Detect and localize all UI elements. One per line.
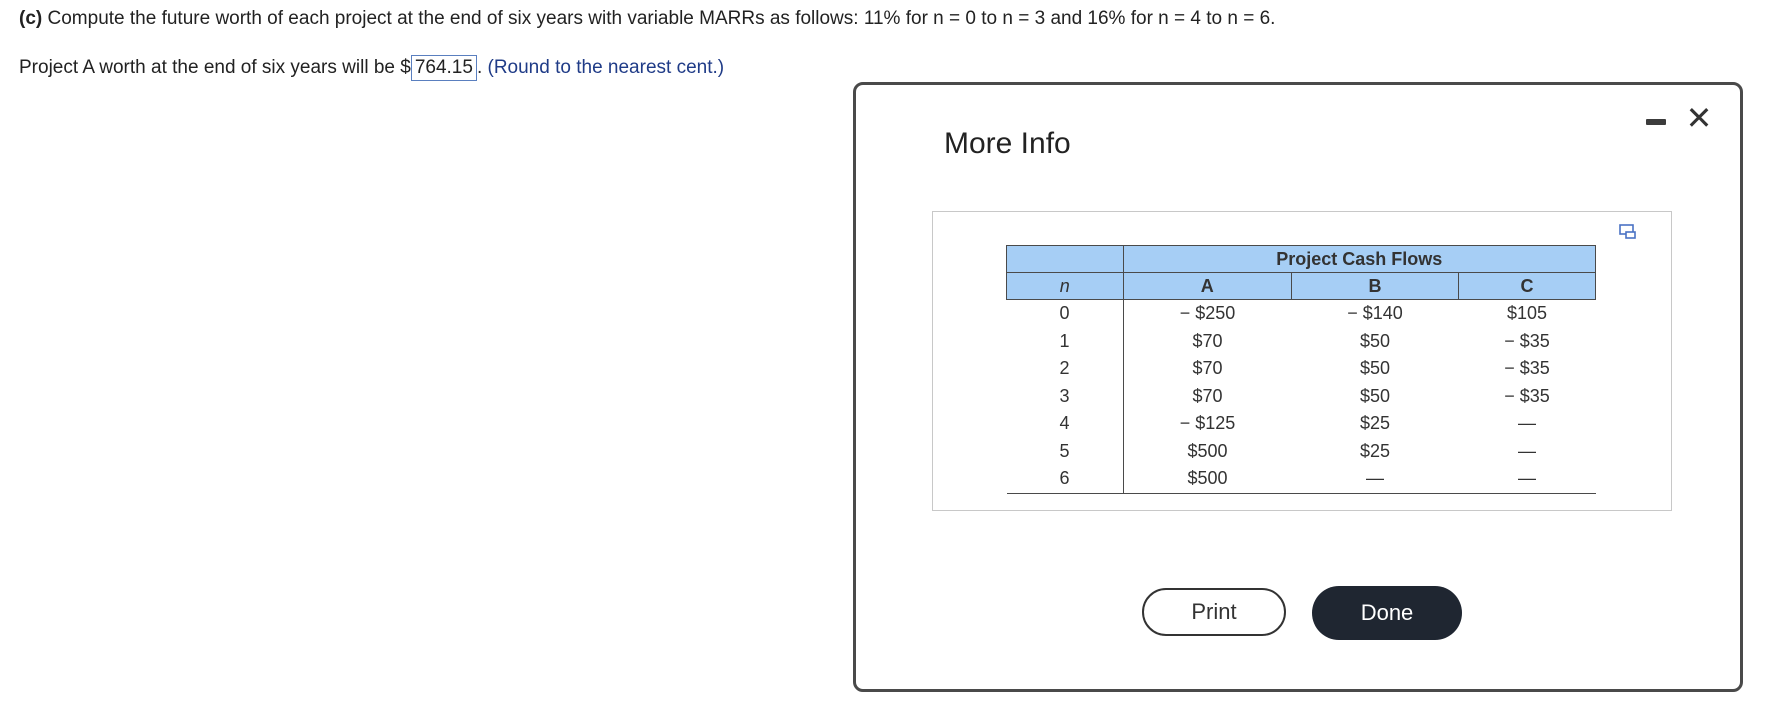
cell-n: 5 xyxy=(1006,437,1124,465)
cell-a: $70 xyxy=(1192,385,1223,406)
print-button[interactable]: Print xyxy=(1142,588,1286,636)
project-cash-flows-table: Project Cash Flows n A B C 0 − $250 − $140… xyxy=(1006,245,1596,494)
cell-a: $70 xyxy=(1192,358,1223,379)
cell-c: − $35 xyxy=(1504,330,1550,351)
close-icon[interactable]: ✕ xyxy=(1682,101,1716,135)
table-row: 1 $70 $50 − $35 xyxy=(1006,327,1596,355)
more-info-dialog: More Info ✕ Project Cash Flows n A B C 0… xyxy=(853,82,1743,692)
table-row: 4 − $125 $25 — xyxy=(1006,410,1596,438)
cell-a: − $250 xyxy=(1179,303,1236,324)
answer-suffix: . xyxy=(476,57,483,78)
table-row: 3 $70 $50 − $35 xyxy=(1006,382,1596,410)
copy-icon[interactable] xyxy=(1619,224,1637,240)
cell-b: $50 xyxy=(1360,358,1391,379)
table-row: 0 − $250 − $140 $105 xyxy=(1006,299,1596,328)
cell-c: − $35 xyxy=(1504,358,1550,379)
group-header: Project Cash Flows xyxy=(1122,245,1596,273)
cell-b: — xyxy=(1291,465,1459,494)
answer-line: Project A worth at the end of six years … xyxy=(19,55,724,81)
question-part-label: (c) xyxy=(19,8,43,29)
cell-n: 6 xyxy=(1006,465,1124,494)
cell-c: − $35 xyxy=(1504,385,1550,406)
cell-n: 0 xyxy=(1006,299,1124,328)
minimize-icon[interactable] xyxy=(1646,119,1666,125)
cell-c: $105 xyxy=(1506,303,1548,324)
question-text: (c) Compute the future worth of each pro… xyxy=(19,8,1275,30)
column-header-c: C xyxy=(1458,272,1596,300)
rounding-hint: (Round to the nearest cent.) xyxy=(487,57,725,78)
cell-a: $500 xyxy=(1123,465,1292,494)
cell-a: $70 xyxy=(1192,330,1223,351)
cell-n: 3 xyxy=(1006,382,1124,410)
cell-c: — xyxy=(1458,465,1596,494)
header-blank xyxy=(1006,245,1124,273)
question-body: Compute the future worth of each project… xyxy=(47,8,1276,29)
column-header-b: B xyxy=(1291,272,1460,300)
cell-a: $500 xyxy=(1187,440,1228,461)
cell-b: $50 xyxy=(1360,330,1391,351)
cell-n: 4 xyxy=(1006,410,1124,438)
table-row: 2 $70 $50 − $35 xyxy=(1006,355,1596,383)
cell-a: − $125 xyxy=(1179,413,1236,434)
cell-b: $50 xyxy=(1360,385,1391,406)
dialog-title: More Info xyxy=(944,127,1071,160)
cell-b: − $140 xyxy=(1347,303,1403,324)
table-panel: Project Cash Flows n A B C 0 − $250 − $140… xyxy=(932,211,1672,511)
answer-prefix: Project A worth at the end of six years … xyxy=(19,57,411,78)
table-row: 6 $500— — xyxy=(1006,465,1596,494)
column-header-a: A xyxy=(1122,272,1293,300)
cell-n: 1 xyxy=(1006,327,1124,355)
column-header-n: n xyxy=(1006,272,1124,300)
cell-n: 2 xyxy=(1006,355,1124,383)
table-row: 5 $500 $25 — xyxy=(1006,437,1596,465)
cell-b: $25 xyxy=(1360,440,1391,461)
answer-input[interactable]: 764.15 xyxy=(410,55,477,81)
done-button[interactable]: Done xyxy=(1312,586,1462,640)
cell-c: — xyxy=(1518,413,1537,434)
cell-b: $25 xyxy=(1360,413,1391,434)
cell-c: — xyxy=(1518,440,1537,461)
